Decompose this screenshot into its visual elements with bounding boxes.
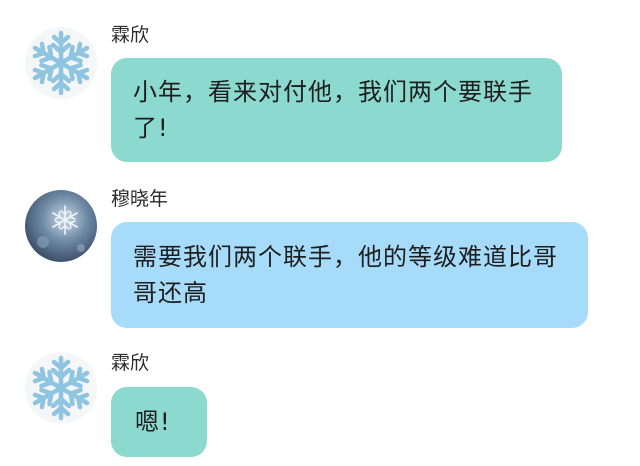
sender-name: 霖欣 — [111, 352, 150, 374]
message-bubble[interactable]: 需要我们两个联手，他的等级难道比哥哥还高 — [111, 222, 588, 328]
message-bubble[interactable]: 小年，看来对付他，我们两个要联手了! — [111, 58, 562, 162]
chat-window: 霖欣 小年，看来对付他，我们两个要联手了! 穆晓年 需要我们两个联手，他的等级难… — [0, 0, 640, 466]
frost-photo-avatar — [25, 190, 97, 262]
avatar[interactable] — [25, 27, 97, 99]
avatar[interactable] — [25, 190, 97, 262]
sender-name: 霖欣 — [111, 24, 150, 46]
sender-name: 穆晓年 — [111, 188, 169, 210]
snowflake-icon — [25, 352, 97, 424]
message-bubble[interactable]: 嗯! — [111, 387, 207, 457]
snowflake-icon — [25, 27, 97, 99]
avatar[interactable] — [25, 352, 97, 424]
